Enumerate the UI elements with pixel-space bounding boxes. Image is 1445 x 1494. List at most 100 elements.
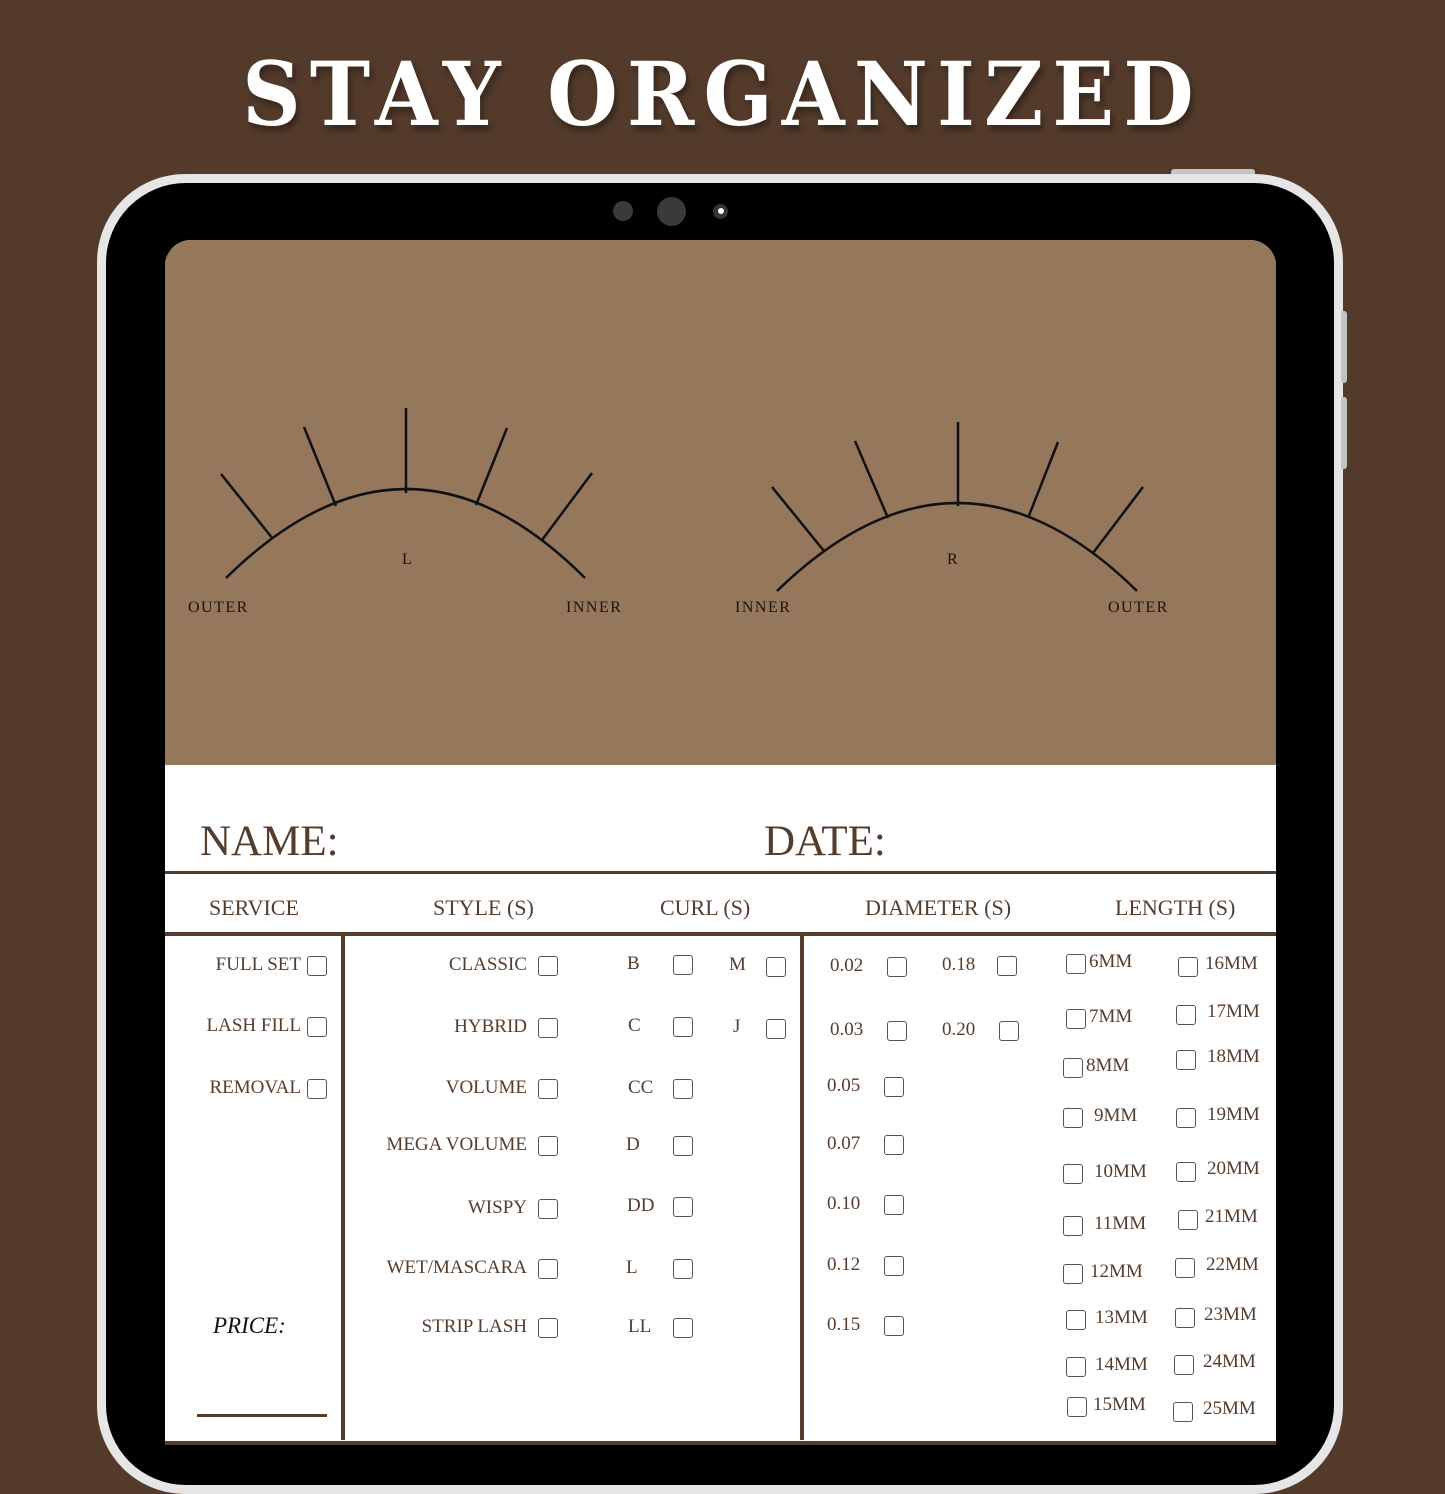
right-eye-lid-curve [776,501,1138,592]
lash-line [853,440,890,519]
lash-line [1026,441,1060,519]
right-eye-label: R [947,551,960,568]
divider [165,871,1276,874]
length_options_col2-option-label: 18MM [1207,1046,1260,1067]
length_options_col2-option-label: 16MM [1205,953,1258,974]
diameter_options_col1-checkbox[interactable] [884,1316,904,1336]
curl_options_col1-checkbox[interactable] [673,1136,693,1156]
style_options-checkbox[interactable] [538,956,558,976]
length_options_col2-option-label: 20MM [1207,1158,1260,1179]
curl_options_col1-checkbox[interactable] [673,1079,693,1099]
length_options_col2-checkbox[interactable] [1178,1210,1198,1230]
length_options_col2-option-label: 24MM [1203,1351,1256,1372]
style_options-option-label: STRIP LASH [421,1316,527,1337]
length_options_col1-checkbox[interactable] [1066,1310,1086,1330]
price-label: PRICE: [213,1313,286,1338]
length_options_col1-checkbox[interactable] [1067,1397,1087,1417]
diameter-column-header: DIAMETER (S) [865,895,1012,920]
length_options_col2-checkbox[interactable] [1175,1258,1195,1278]
style_options-checkbox[interactable] [538,1079,558,1099]
length_options_col2-option-label: 19MM [1207,1104,1260,1125]
length_options_col2-checkbox[interactable] [1178,957,1198,977]
length_options_col1-option-label: 10MM [1094,1161,1147,1182]
curl_options_col1-checkbox[interactable] [673,955,693,975]
lash-line [771,486,825,552]
diameter_options_col1-checkbox[interactable] [884,1195,904,1215]
diameter_options_col1-checkbox[interactable] [884,1077,904,1097]
lash-map-panel: L OUTER INNER R INNER OUTER [165,240,1276,765]
length_options_col2-checkbox[interactable] [1173,1402,1193,1422]
diameter_options_col1-option-label: 0.10 [827,1193,861,1214]
length_options_col1-checkbox[interactable] [1063,1108,1083,1128]
style_options-checkbox[interactable] [538,1199,558,1219]
diameter_options_col1-option-label: 0.15 [827,1314,861,1335]
left-eye-outer-label: OUTER [188,599,249,616]
length_options_col2-checkbox[interactable] [1175,1308,1195,1328]
right-eye-outer-label: OUTER [1108,599,1169,616]
right-eye-inner-label: INNER [735,599,792,616]
length_options_col2-checkbox[interactable] [1176,1005,1196,1025]
diameter_options_col1-option-label: 0.05 [827,1075,861,1096]
diameter_options_col1-option-label: 0.07 [827,1133,861,1154]
curl_options_col1-option-label: B [627,953,640,974]
curl_options_col2-checkbox[interactable] [766,1019,786,1039]
length_options_col1-checkbox[interactable] [1066,1009,1086,1029]
length_options_col2-checkbox[interactable] [1176,1162,1196,1182]
curl_options_col1-option-label: CC [628,1077,654,1098]
diameter_options_col1-checkbox[interactable] [887,1021,907,1041]
service_options-checkbox[interactable] [307,956,327,976]
style_options-option-label: CLASSIC [448,954,527,975]
length_options_col1-option-label: 6MM [1089,951,1133,972]
curl_options_col1-option-label: D [626,1134,640,1155]
length_options_col1-checkbox[interactable] [1066,1357,1086,1377]
lash-line [1092,486,1144,554]
length_options_col2-checkbox[interactable] [1176,1050,1196,1070]
diameter_options_col2-option-label: 0.20 [942,1019,976,1040]
camera-icon [713,204,728,219]
curl_options_col2-checkbox[interactable] [766,957,786,977]
price-input-line[interactable] [197,1414,327,1417]
style_options-option-label: WISPY [467,1197,527,1218]
diameter_options_col1-checkbox[interactable] [887,957,907,977]
curl_options_col1-option-label: L [626,1257,638,1278]
length_options_col2-option-label: 22MM [1206,1254,1259,1275]
curl_options_col1-option-label: DD [627,1195,655,1216]
curl-column-header: CURL (S) [660,895,751,920]
length-column-header: LENGTH (S) [1115,895,1236,920]
length_options_col2-checkbox[interactable] [1176,1108,1196,1128]
length_options_col1-checkbox[interactable] [1066,954,1086,974]
length_options_col1-option-label: 14MM [1095,1354,1148,1375]
style-column-header: STYLE (S) [433,895,534,920]
service_options-checkbox[interactable] [307,1079,327,1099]
curl_options_col1-checkbox[interactable] [673,1017,693,1037]
curl_options_col1-checkbox[interactable] [673,1318,693,1338]
lash-map-drawing [220,408,1144,592]
length_options_col1-option-label: 8MM [1086,1055,1130,1076]
length_options_col1-checkbox[interactable] [1063,1164,1083,1184]
divider [165,1441,1276,1445]
length_options_col1-option-label: 12MM [1090,1261,1143,1282]
curl_options_col1-checkbox[interactable] [673,1259,693,1279]
diameter_options_col1-checkbox[interactable] [884,1135,904,1155]
service-column-header: SERVICE [209,895,299,920]
curl_options_col1-checkbox[interactable] [673,1197,693,1217]
style_options-checkbox[interactable] [538,1259,558,1279]
style_options-option-label: WET/MASCARA [386,1257,527,1278]
length_options_col2-checkbox[interactable] [1174,1355,1194,1375]
diameter_options_col2-checkbox[interactable] [997,956,1017,976]
service_options-checkbox[interactable] [307,1017,327,1037]
style_options-checkbox[interactable] [538,1018,558,1038]
diameter_options_col1-checkbox[interactable] [884,1256,904,1276]
length_options_col1-option-label: 13MM [1095,1307,1148,1328]
style_options-checkbox[interactable] [538,1318,558,1338]
diameter_options_col1-option-label: 0.03 [830,1019,864,1040]
length_options_col1-checkbox[interactable] [1063,1264,1083,1284]
diameter_options_col2-checkbox[interactable] [999,1021,1019,1041]
length_options_col1-checkbox[interactable] [1063,1058,1083,1078]
length_options_col1-checkbox[interactable] [1063,1216,1083,1236]
date-label: DATE: [764,818,886,865]
divider [165,932,1276,936]
style_options-checkbox[interactable] [538,1136,558,1156]
headline: STAY ORGANIZED [242,42,1203,146]
length_options_col1-option-label: 9MM [1094,1105,1138,1126]
